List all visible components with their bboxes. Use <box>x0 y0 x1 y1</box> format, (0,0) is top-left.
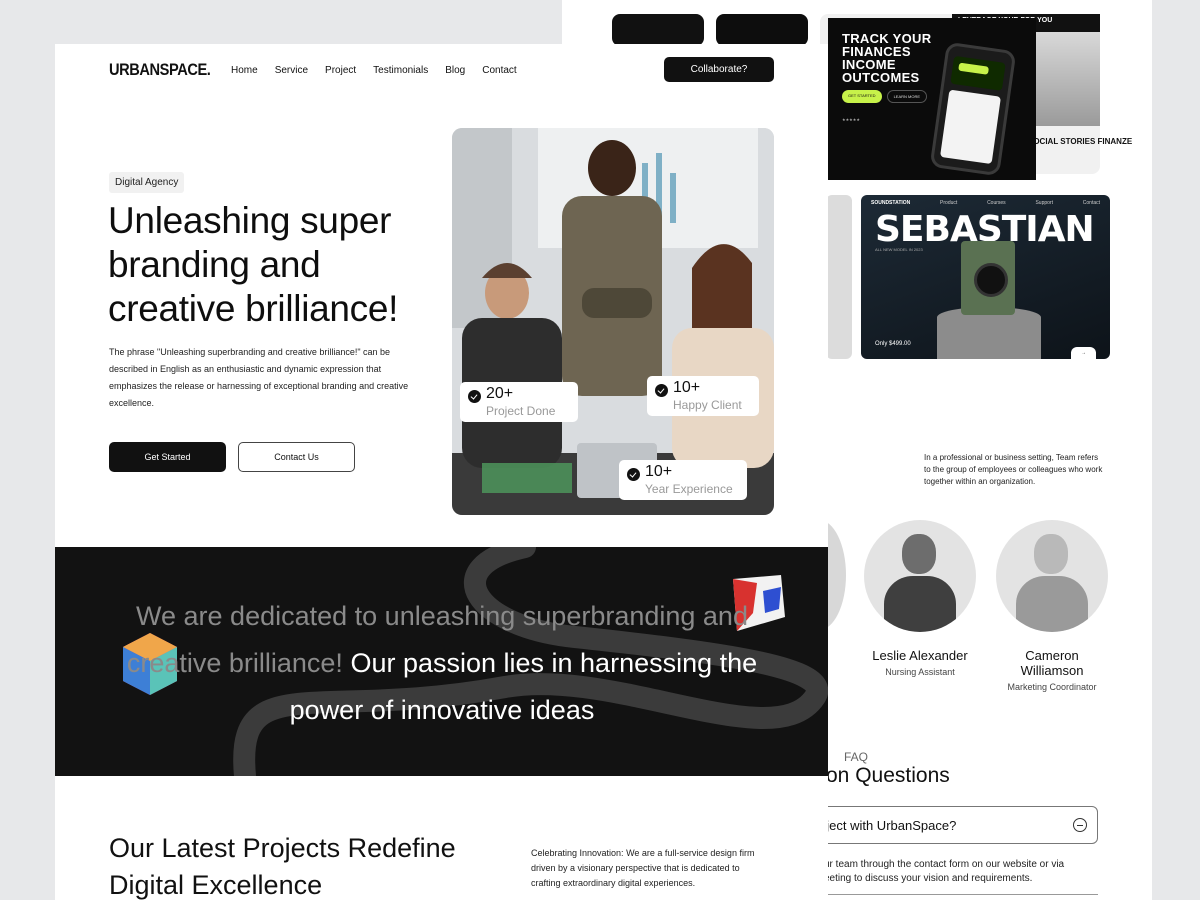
stat-value: 20+ <box>486 385 514 402</box>
stat-label: Year Experience <box>645 482 733 496</box>
phone-mockup-thumbnail <box>612 14 704 46</box>
top-navigation: URBANSPACE. Home Service Project Testimo… <box>55 44 828 100</box>
stat-happy-clients: 10+ Happy Client <box>647 376 759 416</box>
team-member-card[interactable]: Cameron Williamson Marketing Coordinator <box>996 520 1108 692</box>
projects-description: Celebrating Innovation: We are a full-se… <box>531 848 755 888</box>
faq-title: on Questions <box>826 764 950 787</box>
team-member-name: Cameron Williamson <box>1020 648 1084 678</box>
collapse-minus-icon[interactable] <box>1073 818 1087 832</box>
team-intro: In a professional or business setting, T… <box>924 453 1103 486</box>
collaborate-button[interactable]: Collaborate? <box>664 57 774 82</box>
stat-years-experience: 10+ Year Experience <box>619 460 747 500</box>
stat-value: 10+ <box>645 463 673 480</box>
team-member-role: Nursing Assistant <box>885 667 955 677</box>
team-member-name: Leslie Alexander <box>872 648 968 663</box>
nav-links: Home Service Project Testimonials Blog C… <box>231 65 517 76</box>
finance-transaction-list <box>940 89 1001 165</box>
phone-mockup-thumbnail <box>716 14 808 46</box>
get-started-button[interactable]: Get Started <box>109 442 226 472</box>
landing-page: URBANSPACE. Home Service Project Testimo… <box>55 44 828 900</box>
finance-balance-panel <box>950 55 1006 91</box>
nav-testimonials[interactable]: Testimonials <box>373 65 428 76</box>
soundstation-nav-support: Support <box>1035 200 1053 206</box>
contact-us-button[interactable]: Contact Us <box>238 442 355 472</box>
faq-answer-text: ur team through the contact form on our … <box>824 859 1065 884</box>
hero-tag: Digital Agency <box>109 172 185 193</box>
team-meeting-illustration <box>452 128 774 515</box>
checkmark-icon <box>468 390 481 403</box>
soundstation-nav-product: Product <box>940 200 958 206</box>
team-member-role: Marketing Coordinator <box>1007 682 1097 692</box>
finance-get-started-button[interactable]: GET STARTED <box>842 90 882 103</box>
mission-section: We are dedicated to unleashing superbran… <box>55 547 828 776</box>
finance-project-card[interactable]: TRACK YOUR FINANCES INCOME OUTCOMES GET … <box>828 18 1036 180</box>
project-card-partial <box>826 195 852 359</box>
faq-tag: FAQ <box>844 750 869 764</box>
nav-service[interactable]: Service <box>275 65 308 76</box>
hero-title: Unleashing super branding and creative b… <box>108 200 399 329</box>
team-member-photo <box>996 520 1108 632</box>
soundstation-price: Only $499.00 <box>875 341 911 347</box>
nav-blog[interactable]: Blog <box>445 65 465 76</box>
finance-social-label: SOCIAL STORIES FINANZE <box>1028 137 1133 146</box>
urbanspace-logo[interactable]: URBANSPACE. <box>109 60 211 80</box>
faq-question-item[interactable]: oject with UrbanSpace? <box>798 806 1098 844</box>
checkmark-icon <box>655 384 668 397</box>
stat-value: 10+ <box>673 379 701 396</box>
finance-phone-mockup <box>929 41 1017 177</box>
soundstation-project-card[interactable]: SOUNDSTATION Product Courses Support Con… <box>861 195 1110 359</box>
team-member-photo <box>864 520 976 632</box>
soundstation-buy-button[interactable]: → <box>1071 347 1096 359</box>
soundstation-brand: SOUNDSTATION <box>871 200 911 206</box>
mission-bright-text: Our passion lies in harnessing the power… <box>289 648 758 725</box>
hero-description: The phrase "Unleashing superbranding and… <box>109 347 409 408</box>
stat-projects-done: 20+ Project Done <box>460 382 578 422</box>
finance-headline: TRACK YOUR FINANCES INCOME OUTCOMES <box>842 31 932 85</box>
stat-label: Happy Client <box>673 398 742 412</box>
nav-project[interactable]: Project <box>325 65 356 76</box>
finance-learn-more-button[interactable]: LEARN MORE <box>886 90 928 103</box>
mission-statement: We are dedicated to unleashing superbran… <box>117 593 767 734</box>
checkmark-icon <box>627 468 640 481</box>
finance-photo <box>1036 32 1100 126</box>
faq-question-text: oject with UrbanSpace? <box>819 818 957 833</box>
nav-contact[interactable]: Contact <box>482 65 516 76</box>
soundstation-nav-contact: Contact <box>1082 200 1100 206</box>
nav-home[interactable]: Home <box>231 65 258 76</box>
speaker-icon <box>961 241 1015 315</box>
team-member-card[interactable]: Leslie Alexander Nursing Assistant <box>864 520 976 677</box>
faq-divider <box>798 894 1098 895</box>
team-meeting-photo: 20+ Project Done 10+ Happy Client 10+ Ye… <box>452 128 774 515</box>
soundstation-nav-courses: Courses <box>987 200 1006 206</box>
projects-title: Our Latest Projects Redefine Digital Exc… <box>109 833 456 900</box>
stat-label: Project Done <box>486 404 556 418</box>
